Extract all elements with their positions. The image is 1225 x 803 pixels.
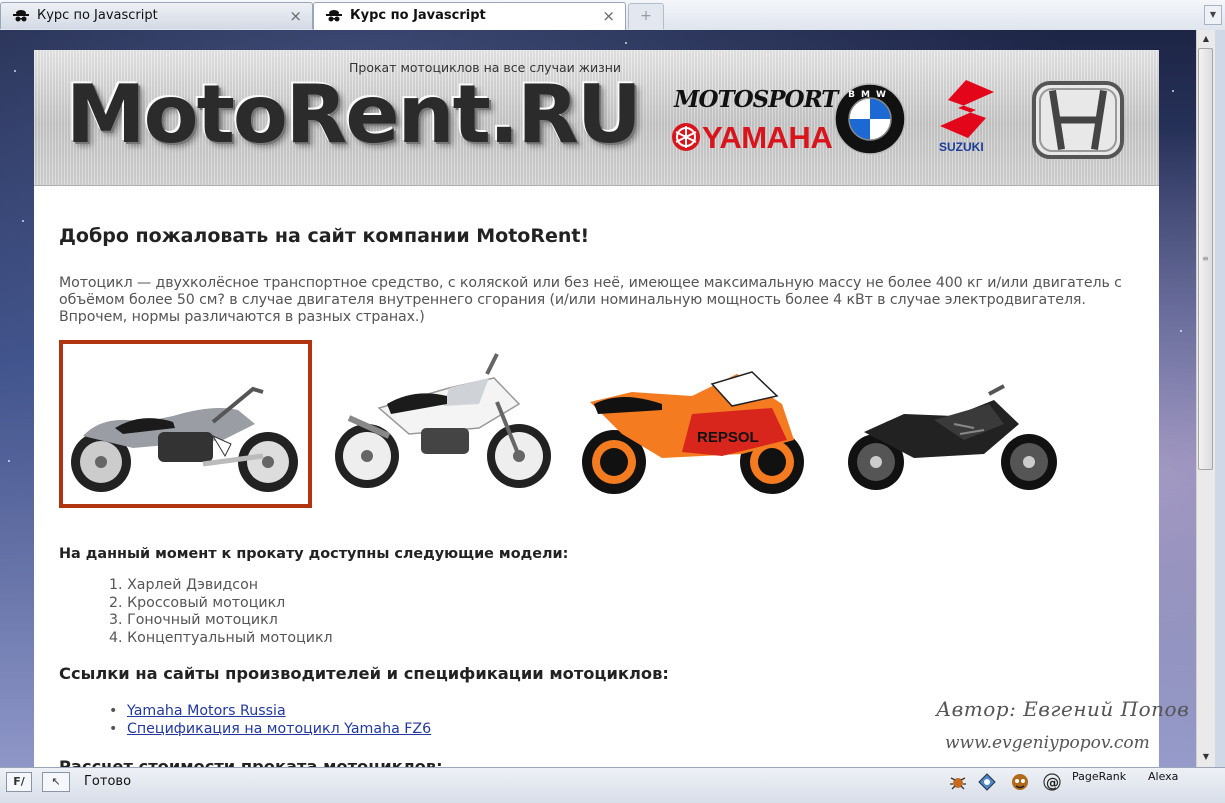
new-tab-button[interactable]: + (628, 3, 664, 29)
list-number: 1. (109, 577, 123, 593)
intro-paragraph: Мотоцикл — двухколёсное транспортное сре… (59, 275, 1122, 325)
model-label: Гоночный мотоцикл (127, 612, 278, 628)
links-list: • Yamaha Motors Russia • Спецификация на м… (109, 703, 431, 738)
browser-viewport: Прокат мотоциклов на все случаи жизни Mo… (0, 30, 1196, 767)
calc-heading: Рассчет стоимости проката мотоциклов: (59, 757, 443, 767)
tab-strip: Курс по Javascript × Курс по Javascript … (0, 0, 1225, 31)
background-star (14, 70, 16, 72)
status-text: Готово (84, 774, 132, 789)
pointer-tool-icon[interactable]: ↖ (42, 772, 70, 792)
scroll-up-icon[interactable]: ▲ (1197, 30, 1215, 47)
background-star (22, 220, 24, 222)
status-bar: F/ ↖ Готово @ PageRank Alexa (0, 767, 1225, 803)
spy-favicon-icon (12, 9, 30, 24)
link-yamaha-motors-russia[interactable]: Yamaha Motors Russia (127, 703, 286, 719)
background-star (625, 42, 627, 44)
list-number: 4. (109, 629, 123, 646)
list-number: 2. (109, 594, 123, 611)
cross-bike-icon (335, 353, 551, 488)
repsol-bike-icon: REPSOL (582, 371, 804, 494)
watermark-author: Автор: Евгений Попов (936, 697, 1190, 721)
suzuki-logo: SUZUKI (939, 140, 984, 154)
tab-close-icon[interactable]: × (602, 7, 615, 25)
watermark-site: www.evgeniypopov.com (945, 733, 1150, 753)
list-item: • Yamaha Motors Russia (109, 703, 431, 721)
author-watermark: Автор: Евгений Попов www.evgeniypopov.co… (936, 697, 1190, 753)
tab-title: Курс по Javascript (37, 8, 158, 23)
tab-title: Курс по Javascript (350, 8, 486, 23)
bike-image-concept[interactable] (834, 340, 1064, 508)
list-item: 3. Гоночный мотоцикл (109, 612, 333, 630)
background-star (8, 460, 10, 462)
tab-list-dropdown-icon[interactable]: ▼ (1204, 5, 1222, 25)
list-item: 1. Харлей Дэвидсон (109, 577, 333, 595)
diamond-icon[interactable] (977, 772, 997, 792)
list-number: 3. (109, 612, 123, 628)
vertical-scrollbar[interactable]: ▲ ≡ ▼ (1196, 30, 1215, 767)
harley-bike-icon (71, 386, 298, 492)
honda-logo-icon (1032, 81, 1124, 159)
tab-active[interactable]: Курс по Javascript × (313, 2, 626, 31)
suzuki-logo-icon (940, 80, 994, 138)
bike-image-cross[interactable] (329, 340, 554, 508)
background-star (1172, 90, 1174, 92)
bike-image-repsol[interactable]: REPSOL (572, 340, 812, 508)
yamaha-emblem-icon (672, 123, 700, 151)
motosport-logo: MOTOSPORT (674, 86, 838, 113)
site-header: Прокат мотоциклов на все случаи жизни Mo… (34, 50, 1159, 186)
scroll-thumb[interactable]: ≡ (1198, 48, 1213, 470)
window-frame-edge (1215, 30, 1225, 767)
bike-image-harley[interactable] (59, 340, 312, 508)
at-sign-icon[interactable]: @ (1042, 772, 1062, 792)
model-label: Концептуальный мотоцикл (127, 629, 333, 646)
tab-close-icon[interactable]: × (289, 7, 302, 25)
grip-icon: ≡ (1202, 254, 1209, 263)
models-heading: На данный момент к прокату доступны след… (59, 546, 569, 562)
svg-text:@: @ (1046, 776, 1059, 791)
links-heading: Ссылки на сайты производителей и специфи… (59, 664, 669, 683)
link-yamaha-fz6-spec[interactable]: Спецификация на мотоцикл Yamaha FZ6 (127, 721, 431, 737)
scroll-down-icon[interactable]: ▼ (1197, 748, 1215, 765)
pagerank-label[interactable]: PageRank (1072, 770, 1126, 783)
bmw-letters: BMW (848, 90, 892, 100)
page-title: Добро пожаловать на сайт компании MotoRe… (59, 225, 590, 247)
list-item: • Спецификация на мотоцикл Yamaha FZ6 (109, 721, 431, 739)
yamaha-logo: YAMAHA (702, 120, 833, 155)
web-page: Прокат мотоциклов на все случаи жизни Mo… (34, 50, 1159, 767)
list-item: 4. Концептуальный мотоцикл (109, 630, 333, 648)
greasemonkey-icon[interactable] (1010, 772, 1030, 792)
firebug-icon[interactable]: F/ (6, 772, 32, 792)
tab-inactive[interactable]: Курс по Javascript × (0, 2, 313, 29)
list-item: 2. Кроссовый мотоцикл (109, 595, 333, 613)
concept-bike-icon (848, 384, 1057, 490)
bike-gallery: REPSOL (59, 340, 1139, 510)
background-star (1180, 330, 1182, 332)
bullet-icon: • (109, 720, 118, 737)
model-label: Харлей Дэвидсон (127, 577, 259, 593)
bullet-icon: • (109, 703, 118, 719)
spy-favicon-icon (325, 9, 343, 24)
alexa-label[interactable]: Alexa (1148, 770, 1178, 783)
site-logo[interactable]: MotoRent.RU (66, 68, 642, 161)
bug-icon[interactable] (948, 772, 968, 792)
svg-text:REPSOL: REPSOL (697, 429, 759, 446)
model-label: Кроссовый мотоцикл (127, 594, 286, 611)
models-list: 1. Харлей Дэвидсон 2. Кроссовый мотоцикл… (109, 577, 333, 647)
